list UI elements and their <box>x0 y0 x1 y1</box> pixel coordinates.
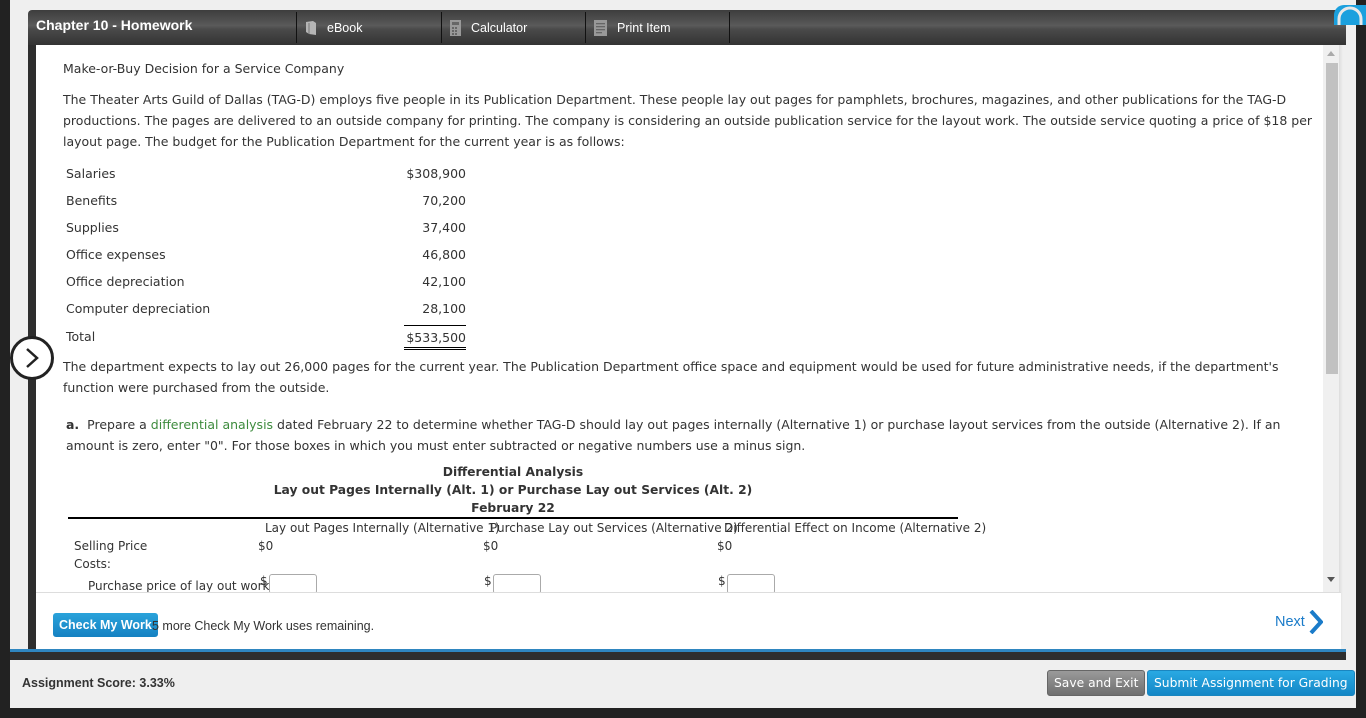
analysis-heading-date: February 22 <box>471 501 555 515</box>
analysis-heading-title: Differential Analysis <box>442 465 584 479</box>
expand-panel-button[interactable] <box>10 336 54 380</box>
calculator-label: Calculator <box>471 20 528 35</box>
assignment-footer: Assignment Score: 3.33% Save and Exit Su… <box>10 660 1356 708</box>
purchase-price-differential-field: $ <box>718 574 775 592</box>
analysis-divider <box>68 517 958 519</box>
selling-price-label: Selling Price <box>74 539 148 553</box>
calculator-icon <box>450 19 461 36</box>
check-my-work-button[interactable]: Check My Work <box>53 613 158 637</box>
save-and-exit-button[interactable]: Save and Exit <box>1047 670 1146 696</box>
purchase-price-alt2-field: $ <box>484 574 541 592</box>
budget-row: Computer depreciation 28,100 <box>66 295 466 322</box>
budget-label: Office depreciation <box>66 274 185 289</box>
assignment-title: Chapter 10 - Homework <box>36 17 193 33</box>
question-content: Make-or-Buy Decision for a Service Compa… <box>36 45 1341 592</box>
budget-row: Benefits 70,200 <box>66 187 466 214</box>
calculator-button[interactable]: Calculator <box>441 12 586 43</box>
submit-assignment-button[interactable]: Submit Assignment for Grading <box>1147 670 1355 696</box>
budget-label: Salaries <box>66 166 116 181</box>
costs-label: Costs: <box>74 557 111 571</box>
problem-title: Make-or-Buy Decision for a Service Compa… <box>63 61 345 76</box>
column-header-alt2: Purchase Lay out Services (Alternative 2… <box>490 521 738 535</box>
content-scrollbar[interactable] <box>1323 45 1339 592</box>
ebook-button[interactable]: eBook <box>296 12 442 43</box>
budget-row: Office depreciation 42,100 <box>66 268 466 295</box>
purchase-price-label: Purchase price of lay out work <box>88 579 270 592</box>
ebook-label: eBook <box>327 20 363 35</box>
print-icon <box>594 19 607 36</box>
scroll-up-icon[interactable] <box>1327 51 1335 56</box>
column-header-differential: Differential Effect on Income (Alternati… <box>724 521 987 535</box>
budget-value: 37,400 <box>422 220 466 235</box>
budget-label: Office expenses <box>66 247 166 262</box>
budget-row: Salaries $308,900 <box>66 160 466 187</box>
budget-row: Supplies 37,400 <box>66 214 466 241</box>
print-item-button[interactable]: Print Item <box>585 12 730 43</box>
divider-band <box>10 652 1346 660</box>
problem-intro: The Theater Arts Guild of Dallas (TAG-D)… <box>63 92 1313 149</box>
selling-price-alt1: $0 <box>258 539 274 553</box>
budget-label: Supplies <box>66 220 119 235</box>
purchase-price-alt2-input[interactable] <box>492 574 541 592</box>
currency-symbol: $ <box>260 574 268 588</box>
part-a-letter: a. <box>66 417 80 432</box>
budget-label: Benefits <box>66 193 118 208</box>
currency-symbol: $ <box>718 574 726 588</box>
currency-symbol: $ <box>484 574 492 588</box>
analysis-heading-subtitle: Lay out Pages Internally (Alt. 1) or Pur… <box>273 483 753 497</box>
print-item-label: Print Item <box>617 20 671 35</box>
part-a-pre: Prepare a <box>87 417 147 432</box>
chevron-right-icon <box>1309 610 1323 634</box>
analysis-heading: Differential Analysis Lay out Pages Inte… <box>68 463 958 517</box>
column-header-alt1: Lay out Pages Internally (Alternative 1) <box>265 521 500 535</box>
scrollbar-thumb[interactable] <box>1326 63 1338 374</box>
purchase-price-differential-input[interactable] <box>726 574 775 592</box>
budget-total-row: Total $533,500 <box>66 322 466 351</box>
differential-analysis-link[interactable]: differential analysis <box>151 417 273 432</box>
next-button[interactable]: Next <box>1275 610 1323 634</box>
check-uses-remaining: 5 more Check My Work uses remaining. <box>152 619 375 633</box>
purchase-price-alt1-input[interactable] <box>268 574 317 592</box>
selling-price-alt2: $0 <box>483 539 499 553</box>
chevron-right-icon <box>26 348 39 368</box>
budget-table: Salaries $308,900 Benefits 70,200 Supplies… <box>66 160 466 351</box>
budget-value: 70,200 <box>422 193 466 208</box>
part-a-instructions: a. Prepare a differential analysis dated… <box>66 414 1316 456</box>
next-label: Next <box>1275 614 1305 630</box>
budget-value: 28,100 <box>422 301 466 316</box>
assignment-header: Chapter 10 - Homework eBook Calculator P… <box>28 10 1346 45</box>
assignment-score: Assignment Score: 3.33% <box>22 676 175 690</box>
problem-expectation: The department expects to lay out 26,000… <box>63 359 1279 395</box>
budget-value: 46,800 <box>422 247 466 262</box>
question-actions: Check My Work 5 more Check My Work uses … <box>36 592 1341 649</box>
scroll-down-icon[interactable] <box>1327 577 1335 582</box>
book-icon <box>306 20 316 35</box>
headphone-icon[interactable] <box>1334 5 1366 25</box>
purchase-price-alt1-field: $ <box>260 574 317 592</box>
budget-total-value: $533,500 <box>404 325 466 350</box>
budget-label: Computer depreciation <box>66 301 211 316</box>
budget-value: $308,900 <box>406 166 466 181</box>
budget-row: Office expenses 46,800 <box>66 241 466 268</box>
budget-label: Total <box>66 329 96 344</box>
scrollbar-shadow <box>1339 45 1343 645</box>
selling-price-differential: $0 <box>717 539 733 553</box>
budget-value: 42,100 <box>422 274 466 289</box>
